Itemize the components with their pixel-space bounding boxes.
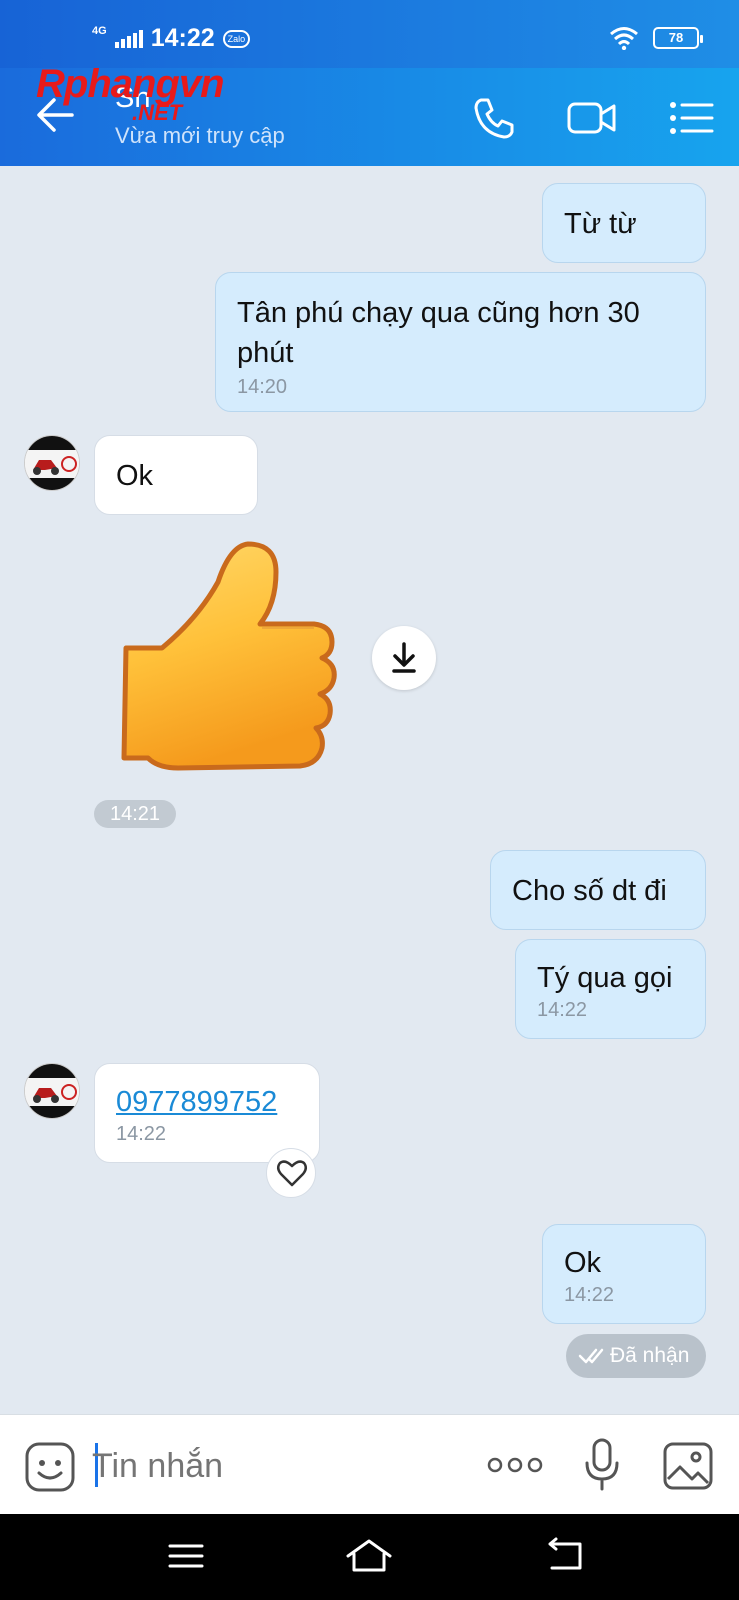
video-call-icon[interactable]: [566, 92, 618, 144]
download-button[interactable]: [372, 626, 436, 690]
contact-status: Vừa mới truy cập: [115, 123, 285, 148]
wifi-icon: [610, 27, 638, 50]
message-text: Từ từ: [564, 208, 637, 240]
chat-header: Sn Vừa mới truy cập Rphangvn .NET: [0, 62, 739, 166]
delivery-status: Đã nhận: [566, 1334, 706, 1378]
sticker-emoji-icon[interactable]: [24, 1441, 76, 1493]
status-left: 4G 14:22 Zalo: [92, 24, 251, 53]
download-icon: [392, 642, 416, 673]
microphone-icon[interactable]: [582, 1437, 622, 1493]
back-arrow-icon[interactable]: [32, 90, 82, 140]
thumbs-up-sticker-icon[interactable]: [118, 538, 350, 780]
message-outgoing[interactable]: Tý qua gọi 14:22: [515, 939, 706, 1039]
sticker-time: 14:21: [94, 800, 176, 828]
delivery-label: Đã nhận: [610, 1344, 690, 1367]
message-time: 14:22: [116, 1123, 167, 1145]
message-time: 14:22: [564, 1284, 615, 1306]
message-outgoing[interactable]: Cho số dt đi: [490, 850, 706, 930]
phone-number-link[interactable]: 0977899752: [116, 1086, 277, 1118]
contact-name[interactable]: Sn: [115, 82, 150, 115]
heart-icon: [277, 1160, 307, 1187]
status-clock: 14:22: [150, 24, 215, 52]
status-bar: 4G 14:22 Zalo 78: [0, 0, 739, 68]
contact-avatar[interactable]: [24, 1063, 80, 1119]
battery-icon: 78: [653, 27, 703, 49]
recent-apps-icon[interactable]: [162, 1536, 210, 1576]
message-text: Ok: [564, 1247, 602, 1279]
more-options-icon[interactable]: [487, 1451, 543, 1479]
back-nav-icon[interactable]: [540, 1536, 588, 1576]
home-icon[interactable]: [345, 1536, 393, 1576]
zalo-badge-icon: Zalo: [222, 29, 251, 48]
message-text: Cho số dt đi: [512, 875, 667, 907]
message-outgoing[interactable]: Tân phú chạy qua cũng hơn 30 phút 14:20: [215, 272, 706, 412]
message-input-bar: [0, 1414, 739, 1514]
contact-avatar[interactable]: [24, 435, 80, 491]
message-incoming[interactable]: Ok: [94, 435, 258, 515]
system-nav-bar: [0, 1514, 739, 1600]
message-text: Tý qua gọi: [537, 962, 673, 994]
message-input[interactable]: [92, 1441, 452, 1491]
message-time: 14:22: [537, 999, 588, 1021]
network-type: 4G: [92, 24, 107, 37]
message-outgoing[interactable]: Ok 14:22: [542, 1224, 706, 1324]
message-text: Ok: [116, 460, 154, 492]
message-time: 14:20: [237, 376, 288, 398]
signal-icon: [114, 29, 143, 48]
message-outgoing[interactable]: Từ từ: [542, 183, 706, 263]
image-gallery-icon[interactable]: [662, 1441, 714, 1491]
status-right: 78: [609, 26, 703, 50]
menu-icon[interactable]: [666, 92, 718, 144]
double-check-icon: [578, 1348, 604, 1364]
phone-call-icon[interactable]: [468, 92, 520, 144]
react-button[interactable]: [266, 1148, 316, 1198]
message-text: Tân phú chạy qua cũng hơn 30 phút: [237, 297, 640, 369]
